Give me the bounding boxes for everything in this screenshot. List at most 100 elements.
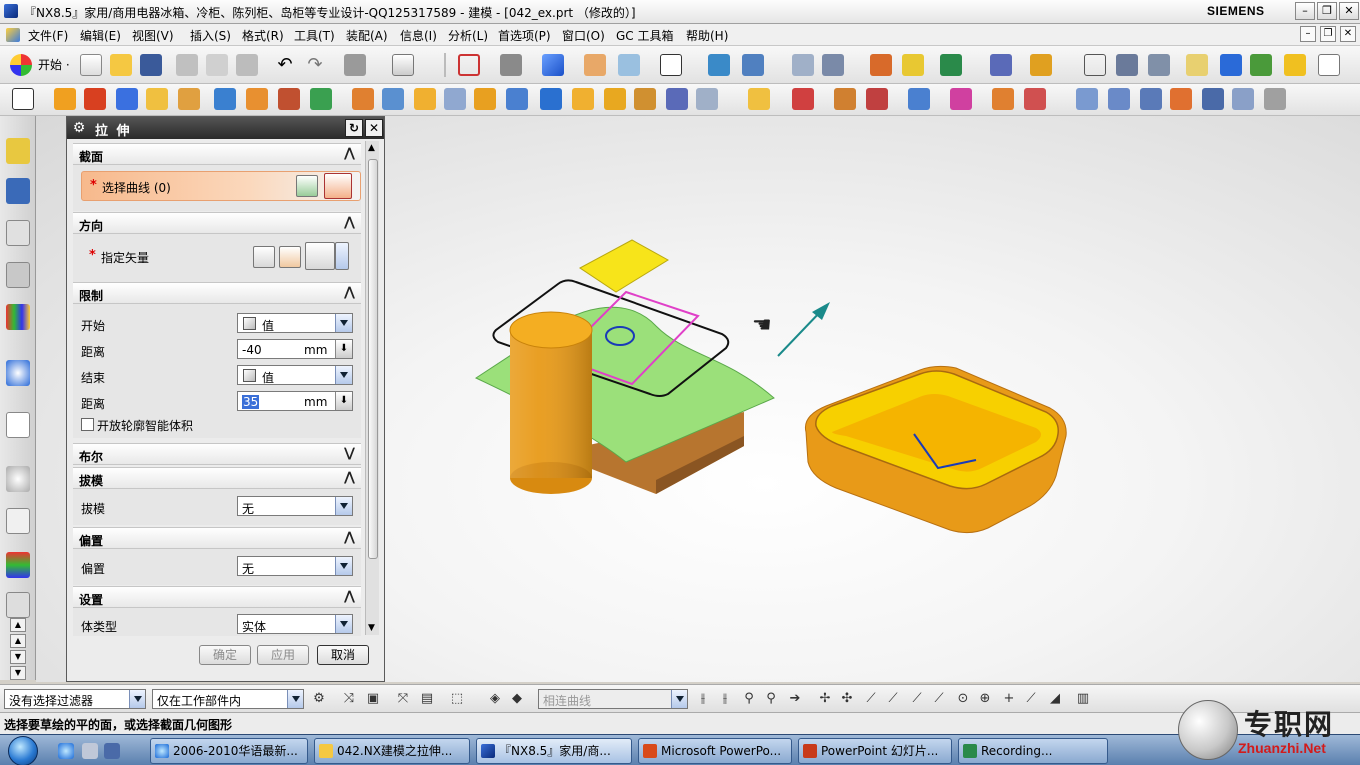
text-icon[interactable] xyxy=(1318,54,1340,76)
swept-icon[interactable] xyxy=(1140,88,1162,110)
collapse-chevron-icon[interactable]: ⋀ xyxy=(344,530,355,545)
taskbar-task-folder[interactable]: 042.NX建模之拉伸... xyxy=(314,738,470,764)
existing-point-icon[interactable]: ⊕ xyxy=(978,692,992,706)
menu-preferences[interactable]: 首选项(P) xyxy=(498,27,551,44)
groove-icon[interactable] xyxy=(382,88,404,110)
stop-at-intersection-icon[interactable]: ⫲ xyxy=(696,692,710,706)
apply-button[interactable]: 应用 xyxy=(257,645,309,665)
taskbar-task-ie[interactable]: 2006-2010华语最新... xyxy=(150,738,308,764)
scroll-page-up-icon[interactable]: ▲ xyxy=(10,634,26,648)
datum-plane-icon[interactable] xyxy=(696,88,718,110)
extrude-icon[interactable] xyxy=(54,88,76,110)
sketch-section-icon[interactable] xyxy=(296,175,318,197)
taskbar-task-recording[interactable]: Recording... xyxy=(958,738,1108,764)
start-type-select[interactable]: 值 xyxy=(237,313,353,333)
repeat-command-icon[interactable] xyxy=(344,54,366,76)
chevron-down-icon[interactable] xyxy=(335,314,352,332)
replace-face-icon[interactable] xyxy=(992,88,1014,110)
draft-group-header[interactable]: 拔模 ⋀ xyxy=(73,467,361,489)
filter-reset-icon[interactable]: ⚙ xyxy=(312,692,326,706)
chevron-down-icon[interactable] xyxy=(671,690,687,708)
save-icon[interactable] xyxy=(140,54,162,76)
chevron-down-icon[interactable] xyxy=(335,615,352,633)
curve-select-icon[interactable] xyxy=(324,173,352,199)
menu-info[interactable]: 信息(I) xyxy=(400,27,437,44)
redo-icon[interactable]: ↷ xyxy=(304,54,326,76)
point-on-curve-icon[interactable]: + xyxy=(1002,692,1016,706)
offset-type-select[interactable]: 无 xyxy=(237,556,353,576)
minimize-button[interactable]: – xyxy=(1295,2,1315,20)
expression-menu-icon[interactable]: ⬇ xyxy=(335,340,352,358)
dialog-close-icon[interactable]: ✕ xyxy=(365,119,383,137)
roles-icon[interactable] xyxy=(6,592,30,618)
mid-point-icon[interactable]: ⟋ xyxy=(864,692,878,706)
menu-file[interactable]: 文件(F) xyxy=(28,27,68,44)
taskbar-task-powerpoint[interactable]: Microsoft PowerPo... xyxy=(638,738,792,764)
exploded-view-icon[interactable] xyxy=(1284,54,1306,76)
new-file-icon[interactable] xyxy=(80,54,102,76)
chevron-down-icon[interactable] xyxy=(335,366,352,384)
instance-icon[interactable] xyxy=(748,88,770,110)
bounded-grid-icon[interactable]: ◢ xyxy=(1048,692,1062,706)
fit-view-icon[interactable] xyxy=(458,54,480,76)
split-body-icon[interactable] xyxy=(666,88,688,110)
edge-blend-icon[interactable] xyxy=(414,88,436,110)
limits-group-header[interactable]: 限制 ⋀ xyxy=(73,282,361,304)
scroll-up-icon[interactable]: ▲ xyxy=(10,618,26,632)
reuse-library-icon[interactable] xyxy=(6,262,30,288)
restore-button[interactable]: ❐ xyxy=(1317,2,1337,20)
pocket-icon[interactable] xyxy=(278,88,300,110)
menu-format[interactable]: 格式(R) xyxy=(242,27,284,44)
system-materials-icon[interactable] xyxy=(6,508,30,534)
end-type-select[interactable]: 值 xyxy=(237,365,353,385)
dialog-scrollbar[interactable]: ▲ ▼ xyxy=(365,141,379,635)
collapse-chevron-icon[interactable]: ⋀ xyxy=(344,589,355,604)
arc-center-icon[interactable]: ⟋ xyxy=(932,692,946,706)
constraint-navigator-icon[interactable] xyxy=(6,178,30,204)
chain-within-icon[interactable]: ⚲ xyxy=(742,692,756,706)
ie-icon[interactable] xyxy=(58,743,74,759)
orange-cylinder[interactable] xyxy=(509,311,593,494)
selection-priority-icon[interactable] xyxy=(940,54,962,76)
section-group-header[interactable]: 截面 ⋀ xyxy=(73,143,361,165)
hole-icon[interactable] xyxy=(246,88,268,110)
reset-icon[interactable]: ↻ xyxy=(345,119,363,137)
menu-analysis[interactable]: 分析(L) xyxy=(448,27,488,44)
feature-select-icon[interactable]: ⤧ xyxy=(396,692,410,706)
selection-icon[interactable] xyxy=(1084,54,1106,76)
wcs-orient-icon[interactable] xyxy=(822,54,844,76)
scroll-down-icon[interactable]: ▼ xyxy=(10,666,26,680)
quadrant-point-icon[interactable]: ⊙ xyxy=(956,692,970,706)
process-studio-icon[interactable] xyxy=(6,552,30,578)
constraint-icon[interactable] xyxy=(1250,54,1272,76)
assembly-navigator-icon[interactable] xyxy=(6,138,30,164)
menu-edit[interactable]: 编辑(E) xyxy=(80,27,121,44)
scroll-up-icon[interactable]: ▲ xyxy=(368,143,375,153)
mirror-icon[interactable] xyxy=(792,88,814,110)
face-analysis-icon[interactable] xyxy=(584,54,606,76)
body-select-icon[interactable]: ◈ xyxy=(488,692,502,706)
mdi-minimize-button[interactable]: – xyxy=(1300,26,1316,42)
chevron-down-icon[interactable] xyxy=(287,690,303,708)
trim-body-icon[interactable] xyxy=(634,88,656,110)
silhouette-icon[interactable] xyxy=(1202,88,1224,110)
menu-view[interactable]: 视图(V) xyxy=(132,27,174,44)
history-palette-icon[interactable] xyxy=(6,412,30,438)
thicken-icon[interactable] xyxy=(866,88,888,110)
end-distance-input[interactable]: 35 mm ⬇ xyxy=(237,391,353,411)
multi-select-icon[interactable]: ▣ xyxy=(366,692,380,706)
mdi-close-button[interactable]: ✕ xyxy=(1340,26,1356,42)
bridge-icon[interactable] xyxy=(1232,88,1254,110)
draft-type-select[interactable]: 无 xyxy=(237,496,353,516)
menu-tools[interactable]: 工具(T) xyxy=(294,27,335,44)
offset-group-header[interactable]: 偏置 ⋀ xyxy=(73,527,361,549)
hd3d-tools-icon[interactable] xyxy=(6,304,30,330)
chevron-down-icon[interactable] xyxy=(335,497,352,515)
scroll-page-down-icon[interactable]: ▼ xyxy=(10,650,26,664)
show-hide-icon[interactable] xyxy=(618,54,640,76)
web-browser-icon[interactable] xyxy=(6,360,30,386)
snap-enable-icon[interactable]: ✢ xyxy=(818,692,832,706)
vector-type-dropdown[interactable] xyxy=(335,242,349,270)
through-curves-icon[interactable] xyxy=(1076,88,1098,110)
unite-icon[interactable] xyxy=(540,88,562,110)
